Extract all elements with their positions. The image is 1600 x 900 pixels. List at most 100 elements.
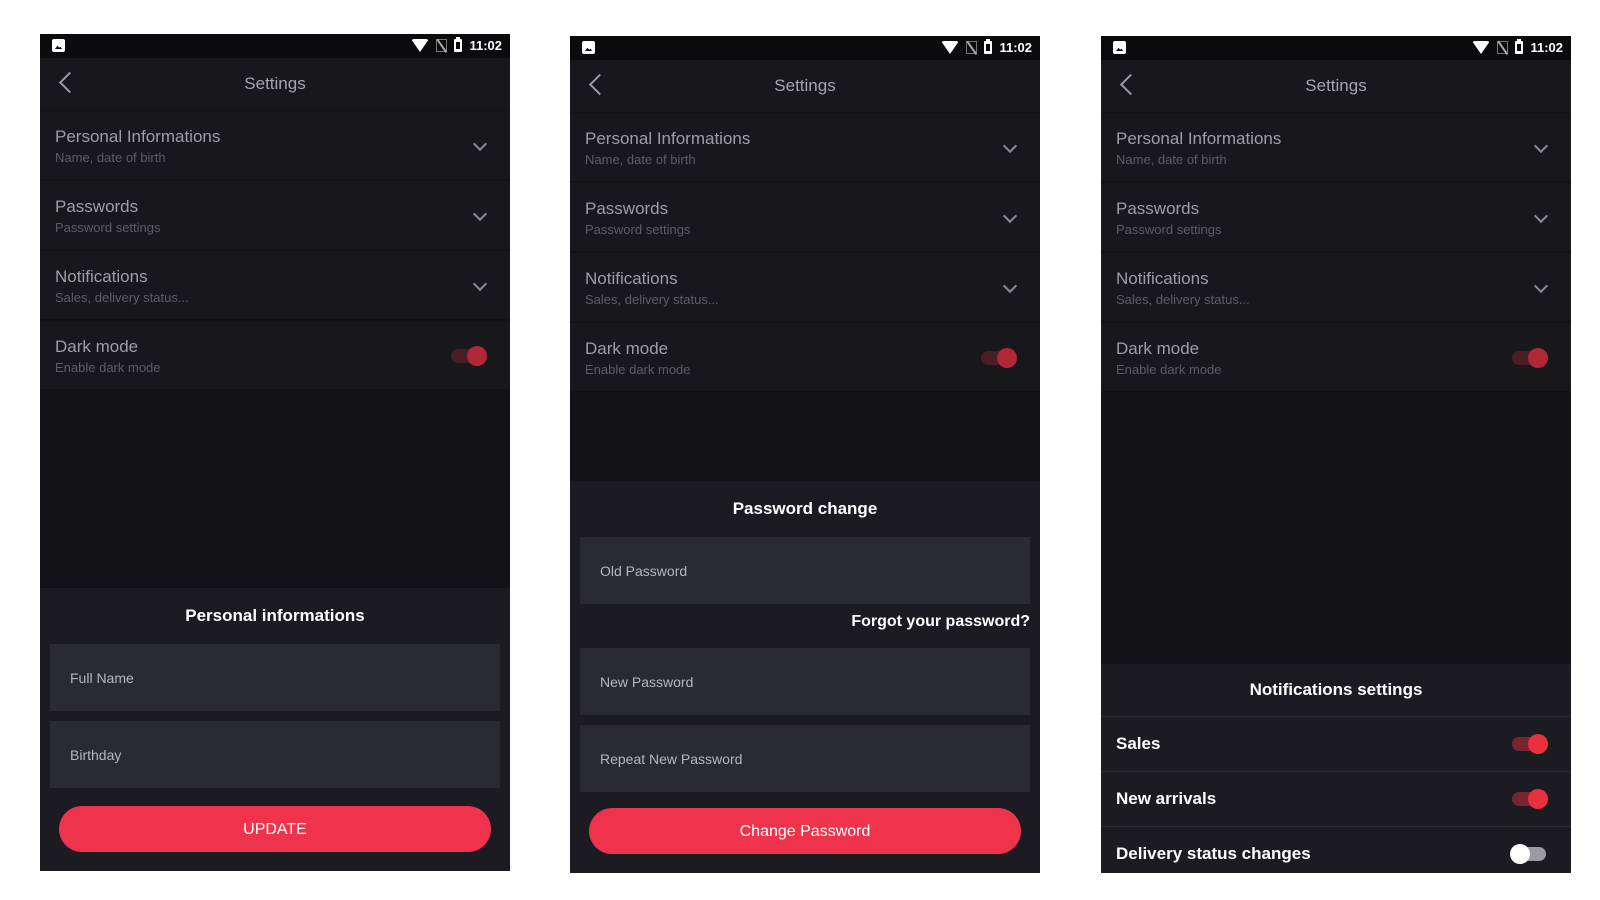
item-title: Notifications bbox=[55, 267, 148, 286]
chevron-down-icon[interactable] bbox=[1002, 138, 1018, 154]
old-password-field[interactable]: Old Password bbox=[580, 537, 1030, 604]
item-subtitle: Sales, delivery status... bbox=[585, 292, 719, 307]
status-bar: 11:02 bbox=[1101, 36, 1571, 60]
wifi-icon bbox=[1472, 41, 1491, 54]
item-subtitle: Sales, delivery status... bbox=[1116, 292, 1250, 307]
settings-item-dark-mode[interactable]: Dark mode Enable dark mode bbox=[40, 321, 510, 390]
dark-mode-toggle[interactable] bbox=[1512, 348, 1548, 368]
repeat-password-field[interactable]: Repeat New Password bbox=[580, 725, 1030, 792]
item-subtitle: Enable dark mode bbox=[585, 362, 691, 377]
settings-item-passwords[interactable]: Passwords Password settings bbox=[570, 183, 1040, 252]
change-password-button[interactable]: Change Password bbox=[589, 808, 1021, 854]
no-sim-icon bbox=[966, 41, 978, 54]
chevron-down-icon[interactable] bbox=[1002, 278, 1018, 294]
chevron-down-icon[interactable] bbox=[1533, 278, 1549, 294]
app-bar: Settings bbox=[40, 58, 510, 110]
toggle-knob bbox=[1528, 789, 1548, 809]
item-title: Notifications bbox=[585, 269, 678, 288]
birthday-field[interactable]: Birthday bbox=[50, 721, 500, 788]
image-notification-icon bbox=[52, 39, 65, 52]
no-sim-icon bbox=[436, 39, 448, 52]
toggle-knob bbox=[467, 346, 487, 366]
item-title: Dark mode bbox=[55, 337, 139, 356]
row-label: New arrivals bbox=[1116, 789, 1217, 808]
screen-notifications: 11:02 Settings Personal Informations Nam… bbox=[1101, 36, 1571, 873]
screen-password-change: 11:02 Settings Personal Informations Nam… bbox=[570, 36, 1040, 873]
chevron-down-icon[interactable] bbox=[1002, 208, 1018, 224]
item-title: Personal Informations bbox=[1116, 129, 1282, 148]
settings-item-passwords[interactable]: Passwords Password settings bbox=[40, 181, 510, 250]
settings-item-passwords[interactable]: Passwords Password settings bbox=[1101, 183, 1571, 252]
sheet-title: Notifications settings bbox=[1249, 680, 1423, 699]
settings-item-notifications[interactable]: Notifications Sales, delivery status... bbox=[1101, 253, 1571, 322]
notification-row-sales[interactable]: Sales bbox=[1101, 716, 1571, 771]
status-time: 11:02 bbox=[469, 38, 502, 53]
notification-row-new-arrivals[interactable]: New arrivals bbox=[1101, 771, 1571, 826]
toggle-knob bbox=[1510, 844, 1530, 864]
dark-mode-toggle[interactable] bbox=[451, 346, 487, 366]
page-title: Settings bbox=[1305, 76, 1367, 95]
image-notification-icon bbox=[1113, 41, 1126, 54]
app-bar: Settings bbox=[570, 60, 1040, 112]
page-title: Settings bbox=[774, 76, 836, 95]
notification-row-delivery-status[interactable]: Delivery status changes bbox=[1101, 826, 1571, 873]
field-placeholder: Repeat New Password bbox=[600, 751, 743, 767]
field-placeholder: Full Name bbox=[70, 670, 134, 686]
field-placeholder: New Password bbox=[600, 674, 694, 690]
field-placeholder: Old Password bbox=[600, 563, 688, 579]
item-title: Personal Informations bbox=[55, 127, 221, 146]
chevron-down-icon[interactable] bbox=[472, 206, 488, 222]
page-title: Settings bbox=[244, 74, 306, 93]
field-placeholder: Birthday bbox=[70, 747, 122, 763]
no-sim-icon bbox=[1497, 41, 1509, 54]
settings-item-personal[interactable]: Personal Informations Name, date of birt… bbox=[1101, 113, 1571, 182]
battery-icon bbox=[454, 37, 463, 52]
personal-info-sheet: Personal informations Full Name Birthday… bbox=[40, 588, 510, 871]
image-notification-icon bbox=[582, 41, 595, 54]
toggle-knob bbox=[997, 348, 1017, 368]
item-subtitle: Enable dark mode bbox=[55, 360, 161, 375]
item-subtitle: Password settings bbox=[55, 220, 161, 235]
item-subtitle: Name, date of birth bbox=[55, 150, 166, 165]
dark-mode-toggle[interactable] bbox=[981, 348, 1017, 368]
status-bar: 11:02 bbox=[40, 34, 510, 58]
chevron-down-icon[interactable] bbox=[472, 136, 488, 152]
delivery-status-toggle[interactable] bbox=[1510, 844, 1546, 864]
settings-item-dark-mode[interactable]: Dark mode Enable dark mode bbox=[570, 323, 1040, 392]
new-password-field[interactable]: New Password bbox=[580, 648, 1030, 715]
full-name-field[interactable]: Full Name bbox=[50, 644, 500, 711]
item-title: Dark mode bbox=[1116, 339, 1200, 358]
item-title: Passwords bbox=[585, 199, 669, 218]
status-time: 11:02 bbox=[1530, 40, 1563, 55]
item-subtitle: Enable dark mode bbox=[1116, 362, 1222, 377]
row-label: Delivery status changes bbox=[1116, 844, 1311, 863]
status-time: 11:02 bbox=[999, 40, 1032, 55]
update-button[interactable]: UPDATE bbox=[59, 806, 491, 852]
settings-item-personal[interactable]: Personal Informations Name, date of birt… bbox=[40, 111, 510, 180]
sheet-title: Password change bbox=[732, 499, 878, 518]
item-subtitle: Sales, delivery status... bbox=[55, 290, 189, 305]
forgot-password-link[interactable]: Forgot your password? bbox=[570, 604, 1040, 648]
chevron-down-icon[interactable] bbox=[472, 276, 488, 292]
password-change-sheet: Password change Old Password Forgot your… bbox=[570, 481, 1040, 873]
battery-icon bbox=[1515, 39, 1524, 54]
new-arrivals-toggle[interactable] bbox=[1512, 789, 1548, 809]
item-subtitle: Password settings bbox=[585, 222, 691, 237]
settings-item-personal[interactable]: Personal Informations Name, date of birt… bbox=[570, 113, 1040, 182]
chevron-down-icon[interactable] bbox=[1533, 208, 1549, 224]
sales-toggle[interactable] bbox=[1512, 734, 1548, 754]
toggle-knob bbox=[1528, 734, 1548, 754]
settings-item-dark-mode[interactable]: Dark mode Enable dark mode bbox=[1101, 323, 1571, 392]
app-bar: Settings bbox=[1101, 60, 1571, 112]
battery-icon bbox=[984, 39, 993, 54]
settings-item-notifications[interactable]: Notifications Sales, delivery status... bbox=[40, 251, 510, 320]
settings-item-notifications[interactable]: Notifications Sales, delivery status... bbox=[570, 253, 1040, 322]
chevron-down-icon[interactable] bbox=[1533, 138, 1549, 154]
screen-personal-info: 11:02 Settings Personal Informations Nam… bbox=[40, 34, 510, 871]
item-title: Dark mode bbox=[585, 339, 669, 358]
item-subtitle: Password settings bbox=[1116, 222, 1222, 237]
item-title: Personal Informations bbox=[585, 129, 751, 148]
wifi-icon bbox=[411, 39, 430, 52]
status-bar: 11:02 bbox=[570, 36, 1040, 60]
item-title: Notifications bbox=[1116, 269, 1209, 288]
